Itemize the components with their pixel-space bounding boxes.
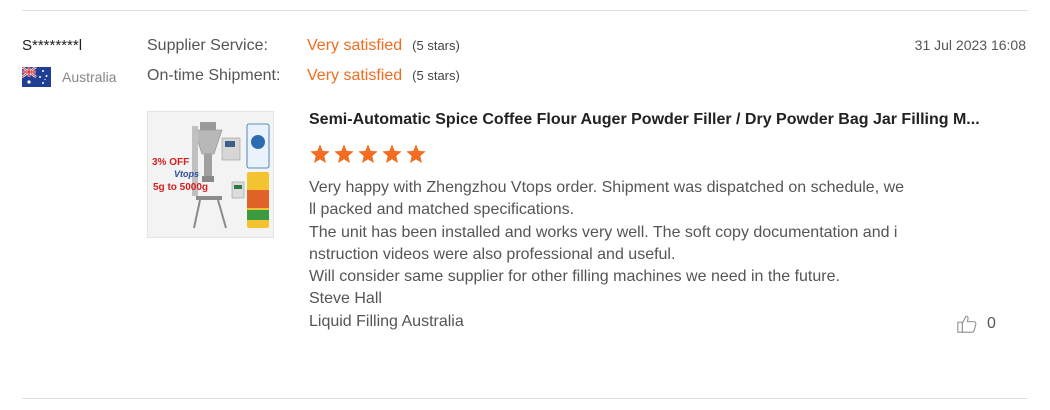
rating-value: Very satisfied	[307, 67, 403, 84]
review-text-line: Very happy with Zhengzhou Vtops order. S…	[309, 179, 905, 196]
like-count: 0	[987, 315, 996, 332]
image-brand-label: Vtops	[174, 169, 199, 179]
review-text-line: Steve Hall	[309, 290, 382, 308]
star-icon	[310, 144, 330, 163]
review-text: Very happy with Zhengzhou Vtops order. S…	[309, 177, 949, 333]
rating-label: Supplier Service:	[147, 37, 268, 54]
reviewer-country: Australia	[22, 67, 116, 87]
product-title-link[interactable]: Semi-Automatic Spice Coffee Flour Auger …	[309, 111, 989, 129]
star-icon	[382, 144, 402, 163]
reviewer-name: S********l	[22, 37, 83, 54]
star-icon	[358, 144, 378, 163]
bottom-divider	[22, 398, 1028, 399]
australia-flag-icon	[22, 67, 51, 87]
rating-supplier-service: Supplier Service: Very satisfied (5 star…	[147, 37, 460, 55]
country-name: Australia	[62, 69, 117, 85]
rating-label: On-time Shipment:	[147, 67, 281, 84]
top-divider	[22, 10, 1028, 11]
review-text-line: Liquid Filling Australia	[309, 312, 464, 330]
rating-value: Very satisfied	[307, 37, 403, 54]
thumbs-up-icon	[957, 315, 977, 333]
rating-on-time-shipment: On-time Shipment: Very satisfied (5 star…	[147, 67, 460, 85]
rating-stars-text: (5 stars)	[412, 68, 460, 83]
review-text-line: ll packed and matched specifications.	[309, 201, 575, 219]
review-date: 31 Jul 2023 16:08	[914, 37, 1026, 53]
review-text-line: nstruction videos were also professional…	[309, 245, 676, 263]
review-text-line: Will consider same supplier for other fi…	[309, 268, 840, 286]
image-range-label: 5g to 5000g	[153, 182, 208, 193]
image-discount-label: 3% OFF	[152, 157, 189, 168]
powder-filler-machine-image: 3% OFF Vtops 5g to 5000g	[148, 112, 273, 237]
star-rating	[309, 143, 427, 165]
review-text-line: The unit has been installed and works ve…	[309, 223, 898, 241]
like-button[interactable]: 0	[956, 313, 996, 335]
star-icon	[406, 144, 426, 163]
rating-stars-text: (5 stars)	[412, 38, 460, 53]
product-image[interactable]: 3% OFF Vtops 5g to 5000g	[147, 111, 274, 238]
star-icon	[334, 144, 354, 163]
